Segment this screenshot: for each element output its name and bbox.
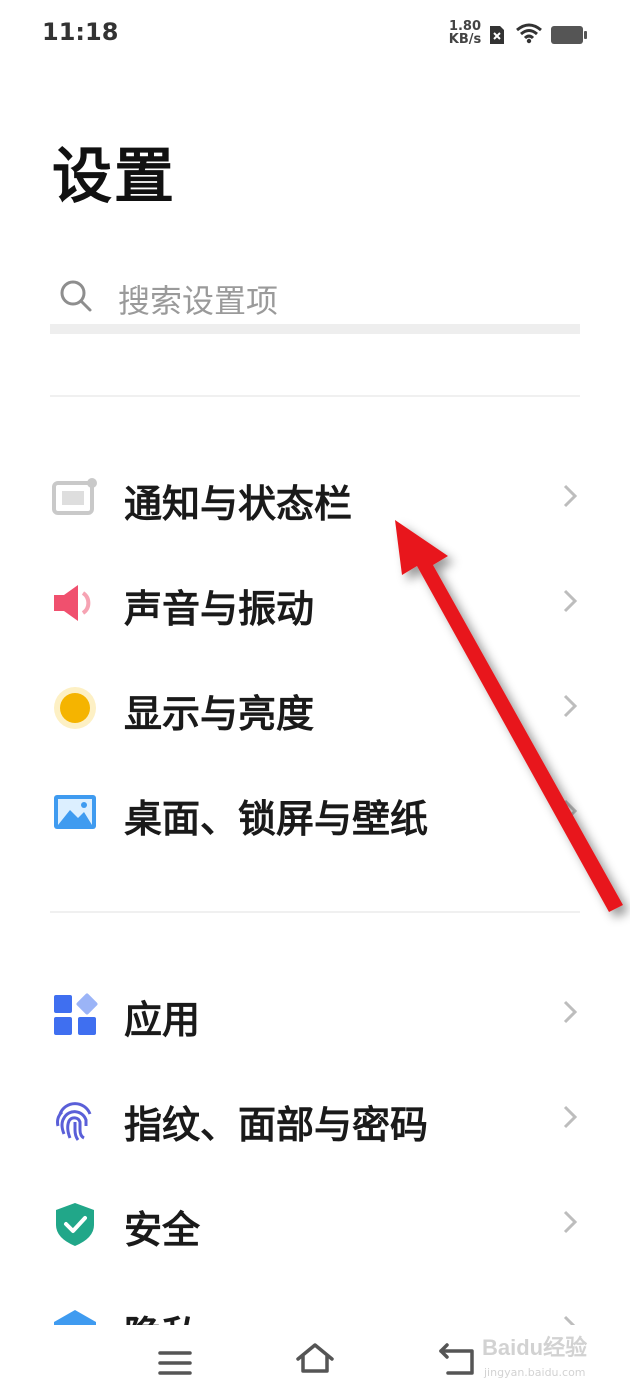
settings-item-wallpaper[interactable]: 桌面、锁屏与壁纸 [0,762,630,862]
notification-icon [52,478,97,515]
settings-item-label: 通知与状态栏 [124,482,353,526]
search-placeholder: 搜索设置项 [118,282,279,320]
status-bar: 11:18 1.80 KB/s [0,0,630,70]
sim-off-icon [490,26,504,44]
wifi-icon [516,23,542,44]
status-time: 11:18 [42,18,119,46]
settings-item-security[interactable]: 安全 [0,1173,630,1273]
fingerprint-icon [56,1102,92,1141]
chevron-right-icon [563,484,578,508]
chevron-right-icon [563,799,578,823]
chevron-right-icon [563,1000,578,1024]
settings-item-label: 指纹、面部与密码 [124,1103,429,1147]
settings-item-label: 桌面、锁屏与壁纸 [124,797,429,841]
shield-icon [56,1203,94,1246]
network-speed: 1.80 KB/s [446,20,484,46]
page-title: 设置 [52,142,176,212]
settings-item-notifications[interactable]: 通知与状态栏 [0,447,630,547]
watermark-brand: Baidu经验 [482,1335,588,1360]
chevron-right-icon [563,589,578,613]
settings-item-fingerprint[interactable]: 指纹、面部与密码 [0,1068,630,1168]
divider [50,395,580,397]
search-underline [50,324,580,334]
sun-icon [54,687,96,729]
speaker-icon [54,585,91,621]
network-speed-unit: KB/s [448,32,482,47]
settings-item-sound[interactable]: 声音与振动 [0,552,630,652]
chevron-right-icon [563,1210,578,1234]
picture-icon [54,795,96,829]
divider [50,911,580,913]
settings-item-display[interactable]: 显示与亮度 [0,657,630,757]
settings-item-apps[interactable]: 应用 [0,963,630,1063]
settings-item-label: 安全 [124,1208,201,1252]
apps-icon [54,993,98,1035]
watermark-site: jingyan.baidu.com [484,1366,586,1379]
back-icon[interactable] [438,1343,476,1377]
settings-item-label: 应用 [124,998,201,1042]
chevron-right-icon [563,694,578,718]
search-icon [60,280,92,312]
search-field[interactable]: 搜索设置项 [50,262,580,334]
baidu-watermark: Baidu经验 jingyan.baidu.com [478,1328,618,1388]
chevron-right-icon [563,1105,578,1129]
battery-icon [551,26,587,44]
settings-item-label: 显示与亮度 [124,692,315,736]
home-icon[interactable] [294,1341,336,1375]
settings-item-label: 声音与振动 [124,587,315,631]
menu-icon[interactable] [158,1349,192,1377]
